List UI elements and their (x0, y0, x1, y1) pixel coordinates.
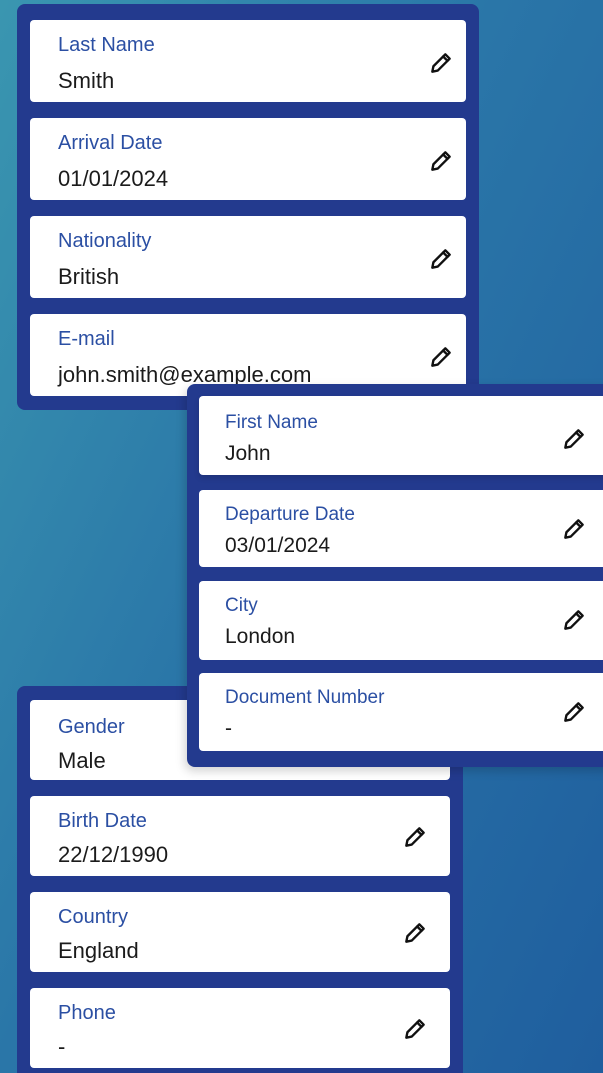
details-panel-primary: Last Name Smith Arrival Date 01/01/2024 … (17, 4, 479, 410)
field-departure-date: Departure Date 03/01/2024 (199, 490, 603, 567)
field-birth-date: Birth Date 22/12/1990 (30, 796, 450, 876)
field-value: 22/12/1990 (58, 842, 169, 867)
field-label: Departure Date (225, 504, 355, 525)
field-first-name: First Name John (199, 396, 603, 475)
field-value: Smith (58, 68, 115, 93)
field-last-name: Last Name Smith (30, 20, 466, 102)
pencil-icon[interactable] (561, 607, 587, 633)
field-label: City (225, 595, 258, 616)
field-label: Birth Date (58, 810, 147, 832)
field-label: Last Name (58, 34, 155, 56)
field-label: Arrival Date (58, 132, 163, 154)
field-city: City London (199, 581, 603, 660)
field-value: British (58, 264, 120, 289)
pencil-icon[interactable] (561, 699, 587, 725)
pencil-icon[interactable] (428, 246, 454, 272)
pencil-icon[interactable] (561, 516, 587, 542)
pencil-icon[interactable] (402, 824, 428, 850)
field-document-number: Document Number - (199, 673, 603, 751)
field-arrival-date: Arrival Date 01/01/2024 (30, 118, 466, 200)
field-label: E-mail (58, 328, 115, 350)
field-value: London (225, 625, 296, 648)
pencil-icon[interactable] (402, 920, 428, 946)
field-label: Country (58, 906, 129, 928)
field-label: First Name (225, 412, 318, 433)
field-label: Nationality (58, 230, 152, 252)
field-value: 03/01/2024 (225, 534, 331, 557)
field-value: John (225, 442, 271, 465)
field-label: Document Number (225, 687, 385, 708)
field-label: Gender (58, 716, 125, 738)
field-label: Phone (58, 1002, 116, 1024)
pencil-icon[interactable] (428, 148, 454, 174)
field-value: Male (58, 748, 106, 773)
field-value: - (225, 717, 232, 740)
pencil-icon[interactable] (428, 344, 454, 370)
pencil-icon[interactable] (561, 426, 587, 452)
details-panel-secondary: First Name John Departure Date 03/01/202… (187, 384, 603, 767)
field-value: England (58, 938, 139, 963)
field-country: Country England (30, 892, 450, 972)
field-value: 01/01/2024 (58, 166, 169, 191)
pencil-icon[interactable] (428, 50, 454, 76)
field-value: - (58, 1034, 66, 1059)
field-phone: Phone - (30, 988, 450, 1068)
field-nationality: Nationality British (30, 216, 466, 298)
pencil-icon[interactable] (402, 1016, 428, 1042)
